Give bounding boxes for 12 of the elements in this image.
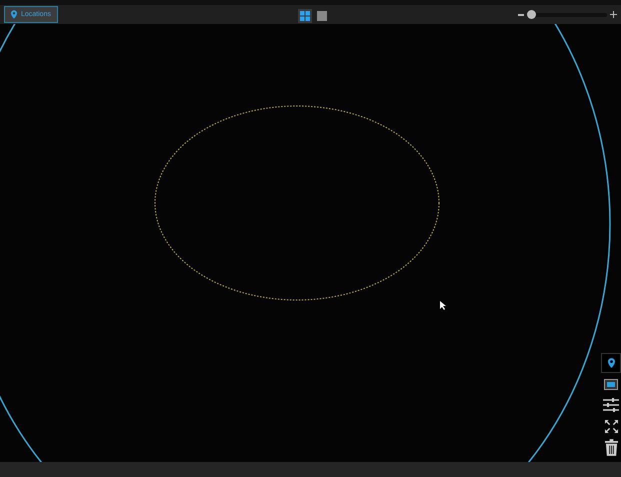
pin-icon xyxy=(608,358,614,368)
settings-button[interactable] xyxy=(602,396,620,414)
slider-thumb[interactable] xyxy=(527,10,536,18)
grid-view-button[interactable] xyxy=(298,9,312,23)
plus-icon[interactable] xyxy=(610,11,617,18)
delete-button[interactable] xyxy=(602,438,620,456)
pin-tool-button[interactable] xyxy=(602,354,620,372)
pin-icon xyxy=(11,10,17,19)
single-view-button[interactable] xyxy=(315,9,329,23)
expand-button[interactable] xyxy=(602,417,620,435)
cursor-icon xyxy=(440,301,446,310)
minus-icon[interactable] xyxy=(518,14,524,16)
